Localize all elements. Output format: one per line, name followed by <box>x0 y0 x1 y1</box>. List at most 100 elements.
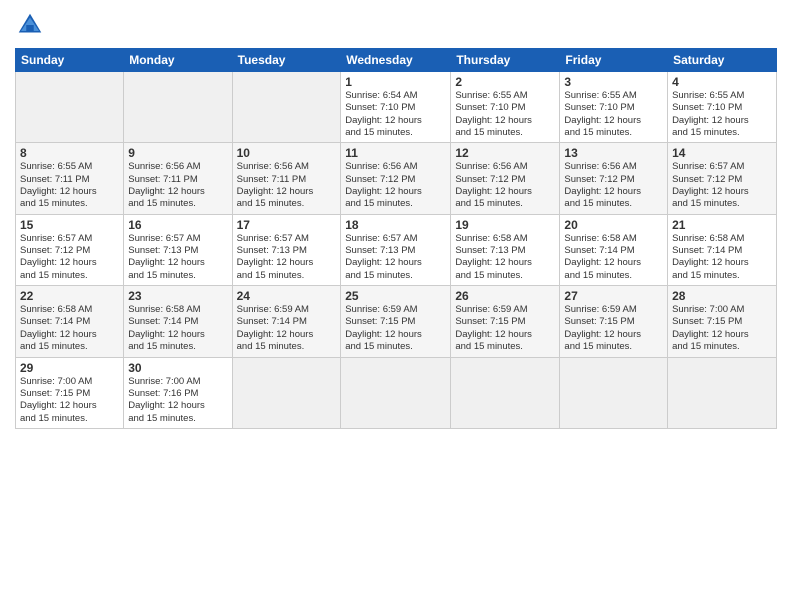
day-info: Sunrise: 6:56 AMSunset: 7:12 PMDaylight:… <box>345 161 446 210</box>
day-number: 15 <box>20 218 119 232</box>
day-number: 2 <box>455 75 555 89</box>
calendar-cell: 28Sunrise: 7:00 AMSunset: 7:15 PMDayligh… <box>668 286 777 357</box>
day-number: 3 <box>564 75 663 89</box>
calendar-cell <box>16 72 124 143</box>
day-info: Sunrise: 6:58 AMSunset: 7:14 PMDaylight:… <box>672 233 772 282</box>
week-row-3: 15Sunrise: 6:57 AMSunset: 7:12 PMDayligh… <box>16 214 777 285</box>
calendar-cell: 8Sunrise: 6:55 AMSunset: 7:11 PMDaylight… <box>16 143 124 214</box>
calendar-cell: 20Sunrise: 6:58 AMSunset: 7:14 PMDayligh… <box>560 214 668 285</box>
day-number: 13 <box>564 146 663 160</box>
day-number: 16 <box>128 218 227 232</box>
calendar-cell: 22Sunrise: 6:58 AMSunset: 7:14 PMDayligh… <box>16 286 124 357</box>
day-number: 11 <box>345 146 446 160</box>
day-info: Sunrise: 6:55 AMSunset: 7:10 PMDaylight:… <box>564 90 663 139</box>
column-header-tuesday: Tuesday <box>232 49 341 72</box>
day-number: 25 <box>345 289 446 303</box>
calendar-cell: 2Sunrise: 6:55 AMSunset: 7:10 PMDaylight… <box>451 72 560 143</box>
calendar-cell: 12Sunrise: 6:56 AMSunset: 7:12 PMDayligh… <box>451 143 560 214</box>
calendar-cell <box>232 72 341 143</box>
day-info: Sunrise: 6:57 AMSunset: 7:12 PMDaylight:… <box>20 233 119 282</box>
calendar-cell <box>668 357 777 428</box>
calendar-cell: 1Sunrise: 6:54 AMSunset: 7:10 PMDaylight… <box>341 72 451 143</box>
week-row-5: 29Sunrise: 7:00 AMSunset: 7:15 PMDayligh… <box>16 357 777 428</box>
calendar-cell: 23Sunrise: 6:58 AMSunset: 7:14 PMDayligh… <box>124 286 232 357</box>
day-info: Sunrise: 6:58 AMSunset: 7:13 PMDaylight:… <box>455 233 555 282</box>
day-number: 27 <box>564 289 663 303</box>
calendar-cell <box>232 357 341 428</box>
day-info: Sunrise: 6:58 AMSunset: 7:14 PMDaylight:… <box>128 304 227 353</box>
calendar-cell: 26Sunrise: 6:59 AMSunset: 7:15 PMDayligh… <box>451 286 560 357</box>
calendar-cell: 18Sunrise: 6:57 AMSunset: 7:13 PMDayligh… <box>341 214 451 285</box>
calendar-cell: 9Sunrise: 6:56 AMSunset: 7:11 PMDaylight… <box>124 143 232 214</box>
day-number: 24 <box>237 289 337 303</box>
calendar-cell: 24Sunrise: 6:59 AMSunset: 7:14 PMDayligh… <box>232 286 341 357</box>
column-header-thursday: Thursday <box>451 49 560 72</box>
day-info: Sunrise: 6:55 AMSunset: 7:10 PMDaylight:… <box>672 90 772 139</box>
day-info: Sunrise: 6:59 AMSunset: 7:14 PMDaylight:… <box>237 304 337 353</box>
calendar-cell: 13Sunrise: 6:56 AMSunset: 7:12 PMDayligh… <box>560 143 668 214</box>
day-info: Sunrise: 6:56 AMSunset: 7:12 PMDaylight:… <box>564 161 663 210</box>
day-number: 8 <box>20 146 119 160</box>
calendar-cell: 27Sunrise: 6:59 AMSunset: 7:15 PMDayligh… <box>560 286 668 357</box>
column-header-friday: Friday <box>560 49 668 72</box>
day-number: 18 <box>345 218 446 232</box>
day-info: Sunrise: 6:59 AMSunset: 7:15 PMDaylight:… <box>455 304 555 353</box>
day-number: 1 <box>345 75 446 89</box>
day-number: 26 <box>455 289 555 303</box>
day-number: 12 <box>455 146 555 160</box>
calendar-cell: 14Sunrise: 6:57 AMSunset: 7:12 PMDayligh… <box>668 143 777 214</box>
day-number: 14 <box>672 146 772 160</box>
day-number: 20 <box>564 218 663 232</box>
column-header-monday: Monday <box>124 49 232 72</box>
day-info: Sunrise: 6:56 AMSunset: 7:11 PMDaylight:… <box>237 161 337 210</box>
day-number: 29 <box>20 361 119 375</box>
week-row-1: 1Sunrise: 6:54 AMSunset: 7:10 PMDaylight… <box>16 72 777 143</box>
calendar-cell <box>560 357 668 428</box>
calendar-cell: 25Sunrise: 6:59 AMSunset: 7:15 PMDayligh… <box>341 286 451 357</box>
week-row-4: 22Sunrise: 6:58 AMSunset: 7:14 PMDayligh… <box>16 286 777 357</box>
day-info: Sunrise: 6:54 AMSunset: 7:10 PMDaylight:… <box>345 90 446 139</box>
calendar-cell: 10Sunrise: 6:56 AMSunset: 7:11 PMDayligh… <box>232 143 341 214</box>
day-info: Sunrise: 7:00 AMSunset: 7:16 PMDaylight:… <box>128 376 227 425</box>
column-header-wednesday: Wednesday <box>341 49 451 72</box>
calendar-cell: 15Sunrise: 6:57 AMSunset: 7:12 PMDayligh… <box>16 214 124 285</box>
header-row: SundayMondayTuesdayWednesdayThursdayFrid… <box>16 49 777 72</box>
day-info: Sunrise: 6:58 AMSunset: 7:14 PMDaylight:… <box>20 304 119 353</box>
day-info: Sunrise: 6:58 AMSunset: 7:14 PMDaylight:… <box>564 233 663 282</box>
calendar-cell: 17Sunrise: 6:57 AMSunset: 7:13 PMDayligh… <box>232 214 341 285</box>
logo <box>15 10 49 40</box>
week-row-2: 8Sunrise: 6:55 AMSunset: 7:11 PMDaylight… <box>16 143 777 214</box>
page: SundayMondayTuesdayWednesdayThursdayFrid… <box>0 0 792 612</box>
day-number: 23 <box>128 289 227 303</box>
day-info: Sunrise: 6:56 AMSunset: 7:11 PMDaylight:… <box>128 161 227 210</box>
day-number: 22 <box>20 289 119 303</box>
day-info: Sunrise: 6:55 AMSunset: 7:10 PMDaylight:… <box>455 90 555 139</box>
logo-icon <box>15 10 45 40</box>
day-info: Sunrise: 6:57 AMSunset: 7:13 PMDaylight:… <box>237 233 337 282</box>
calendar-cell <box>451 357 560 428</box>
calendar-cell: 3Sunrise: 6:55 AMSunset: 7:10 PMDaylight… <box>560 72 668 143</box>
day-info: Sunrise: 6:55 AMSunset: 7:11 PMDaylight:… <box>20 161 119 210</box>
header <box>15 10 777 40</box>
calendar-table: SundayMondayTuesdayWednesdayThursdayFrid… <box>15 48 777 429</box>
day-info: Sunrise: 6:57 AMSunset: 7:12 PMDaylight:… <box>672 161 772 210</box>
day-number: 21 <box>672 218 772 232</box>
calendar-cell: 4Sunrise: 6:55 AMSunset: 7:10 PMDaylight… <box>668 72 777 143</box>
day-info: Sunrise: 6:57 AMSunset: 7:13 PMDaylight:… <box>128 233 227 282</box>
calendar-cell <box>124 72 232 143</box>
day-info: Sunrise: 6:59 AMSunset: 7:15 PMDaylight:… <box>345 304 446 353</box>
calendar-cell <box>341 357 451 428</box>
day-number: 4 <box>672 75 772 89</box>
day-number: 9 <box>128 146 227 160</box>
calendar-cell: 29Sunrise: 7:00 AMSunset: 7:15 PMDayligh… <box>16 357 124 428</box>
day-number: 19 <box>455 218 555 232</box>
calendar-cell: 21Sunrise: 6:58 AMSunset: 7:14 PMDayligh… <box>668 214 777 285</box>
calendar-cell: 11Sunrise: 6:56 AMSunset: 7:12 PMDayligh… <box>341 143 451 214</box>
day-number: 30 <box>128 361 227 375</box>
day-info: Sunrise: 6:57 AMSunset: 7:13 PMDaylight:… <box>345 233 446 282</box>
calendar-cell: 16Sunrise: 6:57 AMSunset: 7:13 PMDayligh… <box>124 214 232 285</box>
day-info: Sunrise: 7:00 AMSunset: 7:15 PMDaylight:… <box>672 304 772 353</box>
day-number: 17 <box>237 218 337 232</box>
calendar-cell: 19Sunrise: 6:58 AMSunset: 7:13 PMDayligh… <box>451 214 560 285</box>
calendar-cell: 30Sunrise: 7:00 AMSunset: 7:16 PMDayligh… <box>124 357 232 428</box>
